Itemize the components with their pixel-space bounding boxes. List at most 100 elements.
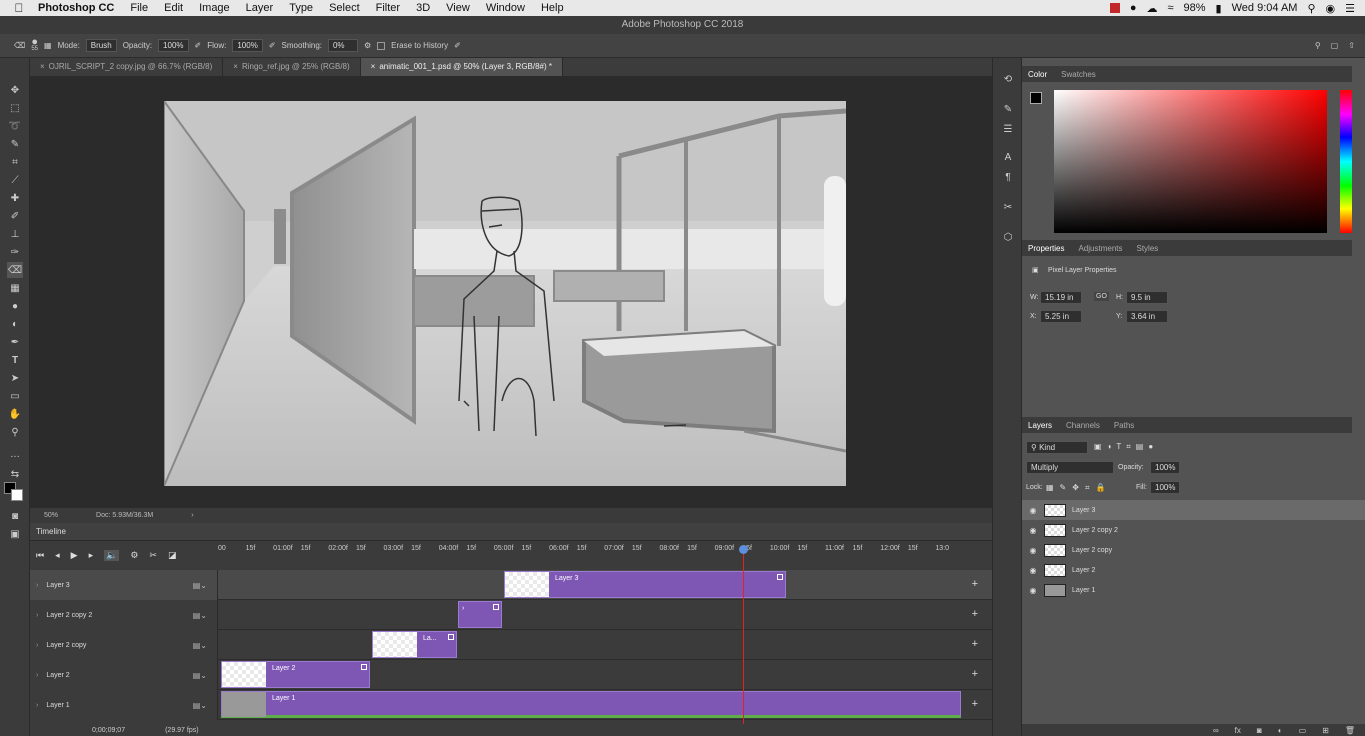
filmstrip-icon[interactable]: ▤⌄ [193, 581, 207, 590]
flow-input[interactable]: 100% [232, 39, 263, 52]
add-media-button[interactable]: + [972, 638, 978, 650]
menu-image[interactable]: Image [191, 2, 238, 14]
track-label[interactable]: › Layer 2 copy 2 ▤⌄ [30, 600, 218, 630]
chevron-right-icon[interactable]: › [36, 672, 38, 679]
playhead-line[interactable] [743, 546, 744, 726]
lasso-tool-icon[interactable]: ➰ [7, 118, 23, 134]
layer-row-layer-2-copy[interactable]: ◉ Layer 2 copy [1022, 540, 1365, 560]
adjustment-layer-icon[interactable]: ◐ [1278, 726, 1283, 735]
hue-slider[interactable] [1340, 90, 1352, 233]
filter-icons[interactable]: ▣◑T⌗▤● [1094, 442, 1158, 452]
airbrush-icon[interactable]: ✐ [269, 41, 276, 50]
type-tool-icon[interactable]: T [7, 352, 23, 368]
quick-select-tool-icon[interactable]: ✎ [7, 136, 23, 152]
chevron-right-icon[interactable]: › [36, 642, 38, 649]
track-label[interactable]: › Layer 2 ▤⌄ [30, 660, 218, 690]
brush-panel-icon[interactable]: ▦ [44, 41, 52, 50]
split-icon[interactable]: ✂ [149, 550, 157, 561]
layer-filter-kind[interactable]: ⚲ Kind [1026, 441, 1088, 454]
visibility-eye-icon[interactable]: ◉ [1022, 586, 1044, 595]
notifications-icon[interactable]: ☰ [1345, 2, 1355, 15]
share-icon[interactable]: ⇧ [1348, 41, 1355, 50]
cloud-icon[interactable]: ☁ [1146, 2, 1157, 15]
add-media-button[interactable]: + [972, 668, 978, 680]
tab-color[interactable]: Color [1028, 70, 1047, 79]
track-layer-2[interactable]: › Layer 2 ▤⌄ Layer 2 + [30, 660, 992, 690]
pen-tool-icon[interactable]: ✒ [7, 334, 23, 350]
hand-tool-icon[interactable]: ✋ [7, 406, 23, 422]
menu-view[interactable]: View [438, 2, 478, 14]
add-media-button[interactable]: + [972, 698, 978, 710]
tab-adjustments[interactable]: Adjustments [1078, 244, 1122, 253]
smoothing-input[interactable]: 0% [327, 39, 358, 52]
dodge-tool-icon[interactable]: ◐ [7, 316, 23, 332]
history-icon[interactable]: ⟲ [1001, 74, 1015, 88]
add-media-button[interactable]: + [972, 578, 978, 590]
clip-end-icon[interactable] [493, 604, 499, 610]
crop-tool-icon[interactable]: ⌗ [7, 154, 23, 170]
menu-app[interactable]: Photoshop CC [38, 2, 122, 14]
layer-row-layer-3[interactable]: ◉ Layer 3 [1022, 500, 1365, 520]
eraser-tool-icon[interactable]: ⌫ [7, 262, 23, 278]
menu-help[interactable]: Help [533, 2, 572, 14]
layer-row-layer-1[interactable]: ◉ Layer 1 [1022, 580, 1365, 600]
chevron-right-icon[interactable]: › [36, 702, 38, 709]
record-icon[interactable] [1109, 3, 1120, 13]
track-label[interactable]: › Layer 2 copy ▤⌄ [30, 630, 218, 660]
layer-opacity-input[interactable]: 100% [1150, 461, 1181, 474]
battery-icon[interactable]: ▮ [1216, 2, 1222, 15]
zoom-level[interactable]: 50% [44, 512, 58, 519]
status-chevron-icon[interactable]: › [191, 512, 193, 519]
erase-history-checkbox[interactable] [377, 41, 386, 50]
close-icon[interactable]: × [40, 58, 45, 76]
fill-input[interactable]: 100% [1150, 481, 1181, 494]
menu-select[interactable]: Select [321, 2, 368, 14]
menu-3d[interactable]: 3D [408, 2, 438, 14]
menu-edit[interactable]: Edit [156, 2, 191, 14]
menu-filter[interactable]: Filter [368, 2, 408, 14]
search-icon[interactable]: ⚲ [1315, 41, 1321, 50]
first-frame-icon[interactable]: ⏮ [36, 550, 44, 561]
clip-layer-1[interactable]: Layer 1 [221, 691, 961, 718]
menu-file[interactable]: File [122, 2, 156, 14]
healing-tool-icon[interactable]: ✚ [7, 190, 23, 206]
swap-colors-icon[interactable]: ⇆ [7, 466, 23, 482]
apple-icon[interactable]:  [0, 1, 38, 15]
layer-row-layer-2[interactable]: ◉ Layer 2 [1022, 560, 1365, 580]
pressure-size-icon[interactable]: ✐ [454, 41, 461, 50]
visibility-eye-icon[interactable]: ◉ [1022, 526, 1044, 535]
clock[interactable]: Wed 9:04 AM [1232, 2, 1298, 14]
timeline-ruler[interactable]: 00 15f 01:00f 15f 02:00f 15f 03:00f 15f 04:00f 15… [218, 541, 963, 569]
tab-layers[interactable]: Layers [1028, 421, 1052, 430]
fx-icon[interactable]: fx [1235, 726, 1241, 735]
track-layer-3[interactable]: › Layer 3 ▤⌄ Layer 3 + [30, 570, 992, 600]
next-frame-icon[interactable]: ▸ [89, 550, 94, 561]
tab-paths[interactable]: Paths [1114, 421, 1134, 430]
transition-icon[interactable]: ◪ [168, 550, 177, 561]
clip-end-icon[interactable] [448, 634, 454, 640]
chevron-right-icon[interactable]: › [36, 582, 38, 589]
clip-layer-2-copy-2[interactable]: › [458, 601, 502, 628]
quick-mask-icon[interactable]: ◙ [7, 508, 23, 524]
link-layers-icon[interactable]: ∞ [1213, 726, 1219, 735]
visibility-eye-icon[interactable]: ◉ [1022, 506, 1044, 515]
spotlight-icon[interactable]: ⚲ [1307, 2, 1315, 15]
paragraph-icon[interactable]: ¶ [1001, 172, 1015, 186]
move-tool-icon[interactable]: ✥ [7, 82, 23, 98]
tab-ringo-ref[interactable]: × Ringo_ref.jpg @ 25% (RGB/8) [223, 58, 361, 76]
siri-icon[interactable]: ◉ [1326, 2, 1336, 15]
visibility-eye-icon[interactable]: ◉ [1022, 546, 1044, 555]
audio-icon[interactable]: 🔈 [104, 549, 120, 561]
foreground-color-swatch[interactable] [1030, 92, 1042, 104]
track-label[interactable]: › Layer 3 ▤⌄ [30, 570, 218, 600]
brush-preset-picker[interactable]: ● 55 [31, 36, 38, 53]
height-input[interactable]: 9.5 in [1126, 291, 1168, 304]
chevron-right-icon[interactable]: › [36, 612, 38, 619]
play-icon[interactable]: ▶ [71, 550, 78, 561]
character-icon[interactable]: A [1001, 152, 1015, 166]
3d-icon[interactable]: ⬡ [1001, 232, 1015, 246]
filmstrip-icon[interactable]: ▤⌄ [193, 701, 207, 710]
eyedropper-tool-icon[interactable]: ⟋ [7, 172, 23, 188]
opacity-input[interactable]: 100% [158, 39, 189, 52]
more-tools-icon[interactable]: … [7, 446, 23, 462]
